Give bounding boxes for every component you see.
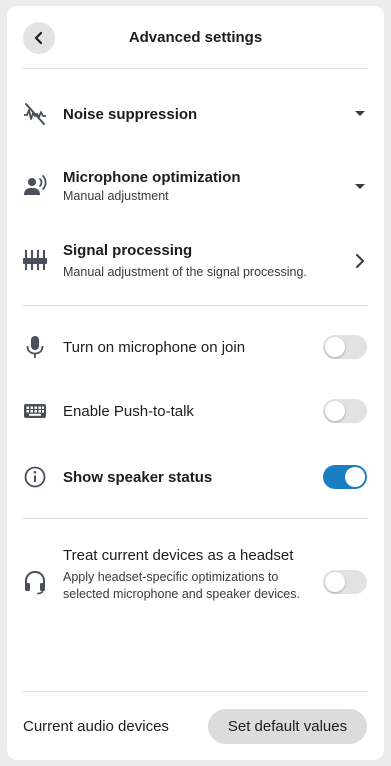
chevron-down-icon [352, 106, 368, 122]
header-divider [23, 68, 368, 69]
noise-suppression-row[interactable]: Noise suppression [7, 94, 384, 134]
signal-processing-sub: Manual adjustment of the signal processi… [63, 265, 307, 279]
noise-suppression-icon [22, 101, 48, 127]
section-divider [23, 305, 368, 306]
page-title: Advanced settings [128, 29, 263, 46]
signal-processing-label: Signal processing [63, 242, 193, 259]
info-icon [22, 464, 48, 490]
headset-row: Treat current devices as a headset Apply… [7, 544, 384, 622]
microphone-optimization-label: Microphone optimization [63, 169, 241, 186]
headset-label: Treat current devices as a headset [63, 547, 294, 564]
noise-suppression-label: Noise suppression [63, 106, 198, 123]
microphone-icon [22, 334, 48, 360]
chevron-down-icon [352, 179, 368, 195]
headset-toggle[interactable] [323, 570, 367, 594]
section-divider [23, 518, 368, 519]
mic-on-join-row: Turn on microphone on join [7, 332, 384, 362]
push-to-talk-toggle[interactable] [323, 399, 367, 423]
speaking-person-icon [22, 173, 48, 199]
set-default-values-button[interactable]: Set default values [208, 709, 367, 744]
headset-icon [22, 569, 48, 595]
chevron-right-icon [352, 253, 368, 269]
microphone-optimization-row[interactable]: Microphone optimization Manual adjustmen… [7, 166, 384, 210]
speaker-status-toggle[interactable] [323, 465, 367, 489]
speaker-status-row: Show speaker status [7, 462, 384, 492]
header: Advanced settings [7, 6, 384, 68]
footer-divider [23, 691, 368, 692]
signal-processing-row[interactable]: Signal processing Manual adjustment of t… [7, 238, 384, 284]
push-to-talk-label: Enable Push-to-talk [63, 403, 194, 420]
keyboard-icon [22, 398, 48, 424]
speaker-status-label: Show speaker status [63, 469, 213, 486]
advanced-settings-panel: Advanced settings Noise suppression Micr… [7, 6, 384, 760]
mic-on-join-label: Turn on microphone on join [63, 339, 246, 356]
push-to-talk-row: Enable Push-to-talk [7, 396, 384, 426]
current-audio-devices-link[interactable]: Current audio devices [23, 718, 169, 735]
microphone-optimization-sub: Manual adjustment [63, 189, 169, 203]
equalizer-icon [22, 247, 48, 273]
headset-sub: Apply headset-specific optimizations to … [63, 570, 300, 601]
mic-on-join-toggle[interactable] [323, 335, 367, 359]
